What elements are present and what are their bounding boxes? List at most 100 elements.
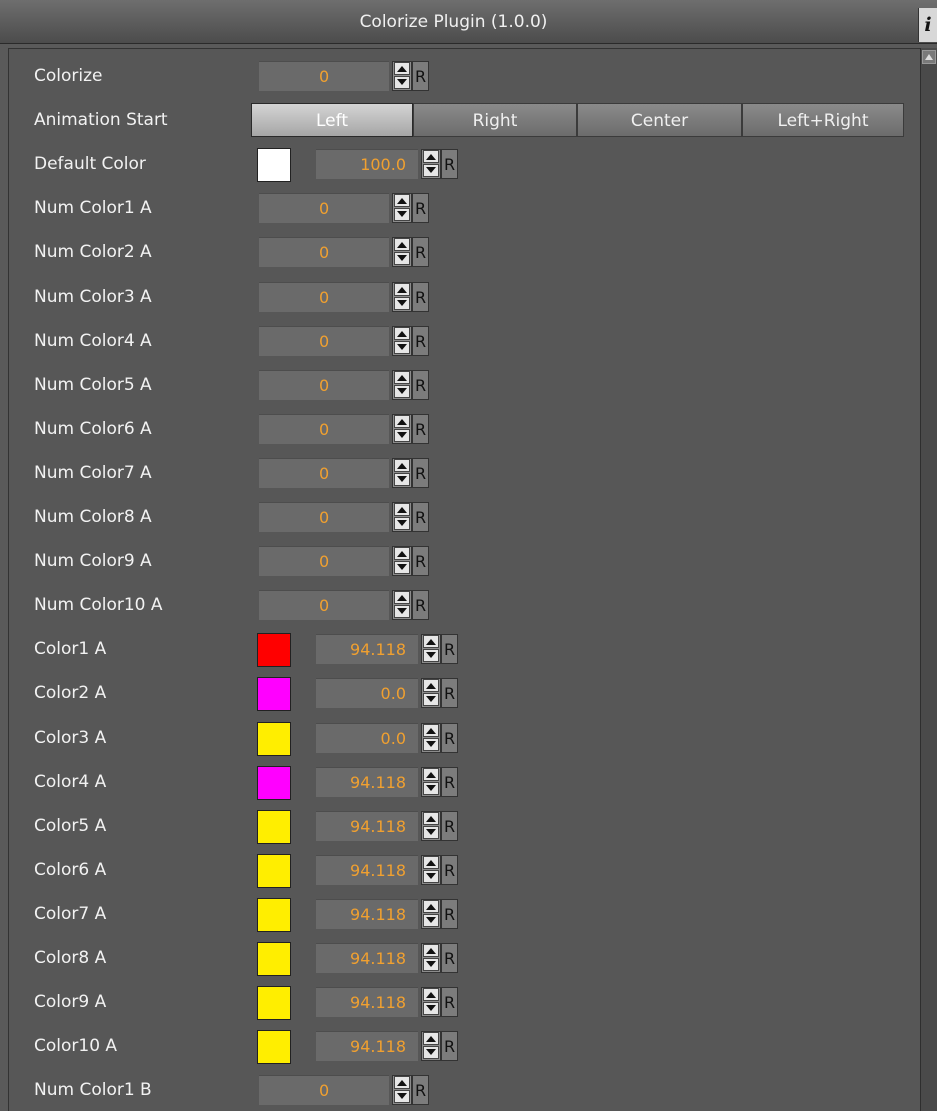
- spinner-down-icon[interactable]: [423, 825, 439, 839]
- spinner-down-icon[interactable]: [394, 76, 410, 89]
- reset-button[interactable]: R: [412, 237, 429, 268]
- number-field[interactable]: 0: [259, 590, 389, 621]
- spinner-down-icon[interactable]: [423, 869, 439, 883]
- reset-button[interactable]: R: [441, 810, 458, 841]
- number-field[interactable]: 0: [259, 281, 389, 312]
- color-swatch[interactable]: [257, 942, 291, 976]
- spinner-down-icon[interactable]: [394, 428, 410, 442]
- spinner-button[interactable]: [421, 678, 441, 709]
- reset-button[interactable]: R: [412, 457, 429, 488]
- alpha-field[interactable]: 0.0: [316, 678, 418, 709]
- spinner-button[interactable]: [392, 502, 412, 532]
- spinner-down-icon[interactable]: [423, 1002, 439, 1016]
- number-field[interactable]: 0: [259, 1075, 389, 1106]
- color-swatch[interactable]: [257, 677, 291, 712]
- spinner-button[interactable]: [421, 634, 441, 665]
- animation-start-option[interactable]: Right: [413, 103, 577, 138]
- spinner-up-icon[interactable]: [423, 635, 439, 649]
- number-field[interactable]: 0: [259, 369, 389, 400]
- spinner-up-icon[interactable]: [423, 1032, 439, 1046]
- number-field[interactable]: 0: [259, 502, 389, 532]
- color-swatch[interactable]: [257, 721, 291, 756]
- spinner-down-icon[interactable]: [423, 649, 439, 663]
- reset-button[interactable]: R: [441, 766, 458, 797]
- spinner-up-icon[interactable]: [423, 855, 439, 869]
- alpha-field[interactable]: 94.118: [316, 854, 418, 885]
- color-swatch[interactable]: [257, 986, 291, 1021]
- number-field[interactable]: 0: [259, 193, 389, 224]
- reset-button[interactable]: R: [412, 590, 429, 621]
- reset-button[interactable]: R: [441, 898, 458, 929]
- spinner-down-icon[interactable]: [394, 517, 410, 530]
- color-swatch[interactable]: [257, 853, 291, 888]
- spinner-up-icon[interactable]: [423, 899, 439, 913]
- spinner-button[interactable]: [392, 237, 412, 268]
- reset-button[interactable]: R: [412, 502, 429, 532]
- reset-button[interactable]: R: [412, 1075, 429, 1106]
- alpha-field[interactable]: 0.0: [316, 722, 418, 753]
- alpha-field[interactable]: 94.118: [316, 634, 418, 665]
- spinner-button[interactable]: [421, 854, 441, 885]
- alpha-field[interactable]: 94.118: [316, 766, 418, 797]
- alpha-field[interactable]: 94.118: [316, 943, 418, 973]
- spinner-button[interactable]: [392, 325, 412, 356]
- spinner-up-icon[interactable]: [423, 944, 439, 957]
- spinner-up-icon[interactable]: [394, 370, 410, 384]
- color-swatch[interactable]: [257, 1030, 291, 1065]
- spinner-button[interactable]: [421, 1031, 441, 1062]
- spinner-down-icon[interactable]: [423, 958, 439, 971]
- spinner-up-icon[interactable]: [394, 62, 410, 75]
- number-field[interactable]: 0: [259, 413, 389, 444]
- spinner-up-icon[interactable]: [394, 503, 410, 516]
- number-field[interactable]: 0: [259, 457, 389, 488]
- spinner-up-icon[interactable]: [394, 194, 410, 208]
- spinner-up-icon[interactable]: [394, 547, 410, 561]
- spinner-up-icon[interactable]: [394, 238, 410, 252]
- spinner-button[interactable]: [421, 149, 441, 180]
- number-field[interactable]: 0: [259, 546, 389, 577]
- reset-button[interactable]: R: [441, 722, 458, 753]
- reset-button[interactable]: R: [412, 193, 429, 224]
- reset-button[interactable]: R: [441, 854, 458, 885]
- spinner-up-icon[interactable]: [423, 723, 439, 737]
- alpha-field[interactable]: 94.118: [316, 987, 418, 1018]
- spinner-up-icon[interactable]: [394, 1076, 410, 1090]
- spinner-button[interactable]: [421, 766, 441, 797]
- reset-button[interactable]: R: [412, 325, 429, 356]
- color-swatch[interactable]: [257, 897, 291, 932]
- spinner-down-icon[interactable]: [423, 913, 439, 927]
- spinner-up-icon[interactable]: [423, 811, 439, 825]
- spinner-button[interactable]: [392, 413, 412, 444]
- reset-button[interactable]: R: [441, 943, 458, 973]
- spinner-down-icon[interactable]: [394, 561, 410, 575]
- reset-button[interactable]: R: [412, 413, 429, 444]
- spinner-up-icon[interactable]: [394, 458, 410, 472]
- color-swatch[interactable]: [257, 633, 291, 668]
- spinner-down-icon[interactable]: [394, 208, 410, 222]
- spinner-button[interactable]: [421, 722, 441, 753]
- spinner-button[interactable]: [392, 61, 412, 91]
- spinner-down-icon[interactable]: [394, 605, 410, 619]
- spinner-down-icon[interactable]: [394, 296, 410, 310]
- number-field[interactable]: 0: [259, 61, 389, 91]
- spinner-up-icon[interactable]: [423, 679, 439, 693]
- reset-button[interactable]: R: [441, 678, 458, 709]
- spinner-up-icon[interactable]: [423, 988, 439, 1002]
- alpha-field[interactable]: 94.118: [316, 898, 418, 929]
- spinner-button[interactable]: [392, 369, 412, 400]
- reset-button[interactable]: R: [441, 987, 458, 1018]
- color-swatch[interactable]: [257, 148, 291, 183]
- spinner-up-icon[interactable]: [394, 282, 410, 296]
- color-swatch[interactable]: [257, 809, 291, 844]
- spinner-up-icon[interactable]: [423, 767, 439, 781]
- spinner-up-icon[interactable]: [423, 150, 439, 164]
- spinner-down-icon[interactable]: [423, 693, 439, 707]
- spinner-down-icon[interactable]: [394, 384, 410, 398]
- reset-button[interactable]: R: [412, 369, 429, 400]
- reset-button[interactable]: R: [412, 61, 429, 91]
- vertical-scrollbar[interactable]: [920, 48, 937, 1111]
- animation-start-option[interactable]: Center: [577, 103, 742, 138]
- alpha-field[interactable]: 94.118: [316, 1031, 418, 1062]
- spinner-up-icon[interactable]: [394, 414, 410, 428]
- alpha-field[interactable]: 100.0: [316, 149, 418, 180]
